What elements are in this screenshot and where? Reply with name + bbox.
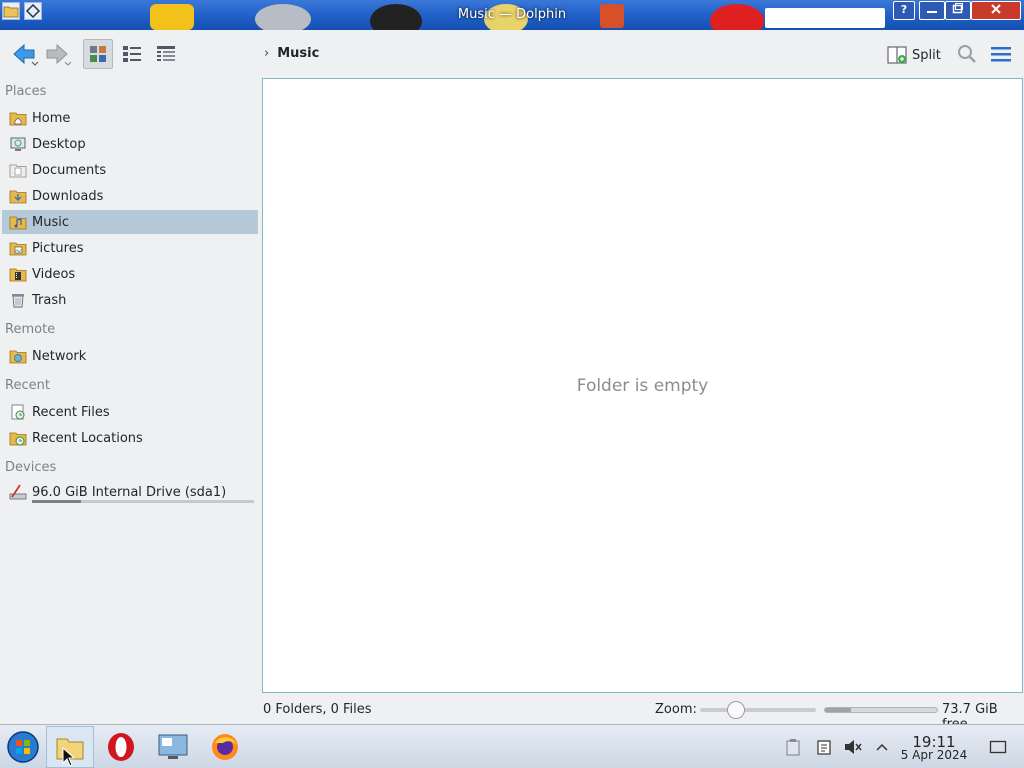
status-summary: 0 Folders, 0 Files [263, 702, 372, 717]
drive-usage-fill [32, 500, 81, 503]
home-folder-icon [6, 108, 30, 128]
search-icon [958, 45, 976, 63]
details-view-icon [157, 46, 175, 61]
icons-view-button[interactable] [83, 39, 113, 69]
tray-expand[interactable] [872, 737, 892, 757]
recent-files-icon [6, 402, 30, 422]
start-menu-button[interactable] [0, 726, 46, 768]
section-title-places: Places [5, 84, 47, 99]
place-desktop[interactable]: Desktop [2, 132, 258, 156]
split-view-icon [887, 46, 907, 64]
minimize-button[interactable] [919, 1, 945, 20]
zoom-label: Zoom: [655, 702, 697, 717]
search-button[interactable] [955, 42, 979, 68]
videos-folder-icon [6, 264, 30, 284]
network-folder-icon [6, 346, 30, 366]
show-desktop-icon [989, 740, 1007, 754]
split-label: Split [912, 47, 941, 63]
maximize-button[interactable] [945, 1, 971, 20]
places-panel: Places Home Desktop Documents Downloads … [0, 78, 260, 723]
tray-notes[interactable] [814, 737, 834, 757]
compact-view-icon [123, 46, 141, 62]
zoom-slider-handle[interactable] [727, 701, 746, 719]
free-space-fill [825, 708, 851, 712]
compact-view-button[interactable] [117, 39, 147, 69]
place-pictures[interactable]: Pictures [2, 236, 258, 260]
section-title-remote: Remote [5, 322, 56, 337]
help-button[interactable]: ? [893, 1, 915, 20]
downloads-folder-icon [6, 186, 30, 206]
hamburger-icon [991, 47, 1011, 62]
back-button[interactable] [10, 39, 40, 69]
split-button[interactable]: Split [886, 42, 941, 68]
pictures-folder-icon [6, 238, 30, 258]
empty-folder-message: Folder is empty [576, 376, 709, 396]
toolbar: › Music Split [0, 30, 1024, 78]
chevron-down-icon [31, 61, 39, 66]
details-view-button[interactable] [151, 39, 181, 69]
chevron-right-icon: › [264, 46, 270, 61]
clipboard-icon [786, 739, 800, 756]
close-button[interactable] [971, 1, 1021, 20]
place-recent-locations[interactable]: Recent Locations [2, 426, 258, 450]
breadcrumb-current[interactable]: Music [277, 46, 319, 61]
free-space-bar [824, 707, 938, 713]
place-videos[interactable]: Videos [2, 262, 258, 286]
place-music[interactable]: Music [2, 210, 258, 234]
window-titlebar[interactable]: Music — Dolphin ? [0, 0, 1024, 30]
tray-clipboard[interactable] [783, 737, 803, 757]
section-title-devices: Devices [5, 460, 57, 475]
clock-date[interactable]: 5 Apr 2024 [896, 748, 972, 762]
drive-usage-bar [32, 500, 254, 503]
start-orb-icon [7, 731, 39, 763]
place-documents[interactable]: Documents [2, 158, 258, 182]
status-bar: 0 Folders, 0 Files Zoom: 73.7 GiB free [0, 696, 1024, 732]
notes-icon [817, 740, 831, 755]
taskbar-system-settings[interactable] [150, 726, 196, 768]
place-network[interactable]: Network [2, 344, 258, 368]
music-folder-icon [6, 212, 30, 232]
recent-locations-icon [6, 428, 30, 448]
volume-muted-icon [845, 740, 862, 754]
trash-icon [6, 290, 30, 310]
tray-volume[interactable] [843, 737, 863, 757]
place-home[interactable]: Home [2, 106, 258, 130]
firefox-icon [212, 734, 238, 760]
window-title: Music — Dolphin [457, 7, 567, 22]
chevron-up-icon [876, 743, 888, 751]
mouse-cursor-icon [62, 746, 76, 768]
desktop-icon [6, 134, 30, 154]
taskbar: 19:11 5 Apr 2024 [0, 724, 1024, 768]
zoom-slider[interactable] [700, 701, 816, 719]
hamburger-menu-button[interactable] [989, 42, 1013, 68]
file-view[interactable]: Folder is empty [262, 78, 1023, 693]
documents-folder-icon [6, 160, 30, 180]
icons-view-icon [90, 46, 106, 62]
drive-icon [6, 482, 30, 502]
taskbar-opera[interactable] [98, 726, 144, 768]
show-desktop-button[interactable] [988, 737, 1008, 757]
section-title-recent: Recent [5, 378, 50, 393]
system-settings-icon [158, 734, 188, 759]
opera-icon [108, 733, 134, 761]
breadcrumb[interactable]: › Music [264, 46, 319, 61]
taskbar-firefox[interactable] [202, 726, 248, 768]
place-downloads[interactable]: Downloads [2, 184, 258, 208]
place-recent-files[interactable]: Recent Files [2, 400, 258, 424]
forward-button[interactable] [43, 39, 73, 69]
place-trash[interactable]: Trash [2, 288, 258, 312]
